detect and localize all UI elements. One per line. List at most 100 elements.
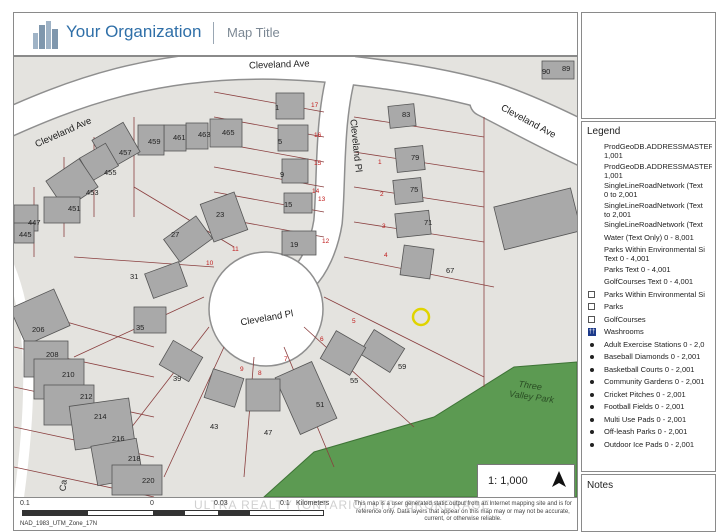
- lot-number: 1: [378, 159, 382, 166]
- point-symbol-icon: [590, 342, 594, 347]
- map-title: Map Title: [227, 25, 280, 40]
- legend-item: SingleLineRoadNetwork (Text 0 to 2,001: [586, 181, 712, 199]
- building-number: 89: [562, 64, 570, 73]
- building-number: 39: [173, 374, 181, 383]
- building-number: 47: [264, 428, 272, 437]
- legend-item: Multi Use Pads 0 - 2,001: [586, 415, 712, 426]
- legend-item-label: SingleLineRoadNetwork (Text: [604, 181, 703, 190]
- lot-number: 10: [206, 260, 214, 267]
- legend-item-label: Football Fields 0 - 2,001: [604, 402, 685, 411]
- legend-list: ProdGeoDB.ADDRESSMASTER 1,001 ProdGeoDB.AD…: [586, 142, 712, 452]
- scale-bar-label: 0.1: [20, 500, 30, 507]
- building-number: 15: [284, 200, 292, 209]
- lot-number: 11: [232, 246, 239, 253]
- legend-item: Parks Text 0 - 4,001: [586, 265, 712, 276]
- point-symbol-icon: [590, 355, 594, 359]
- legend-item: Parks Within Environmental Si: [586, 290, 712, 301]
- street-label: Cleveland Ave: [249, 58, 310, 71]
- point-symbol-icon: [590, 417, 594, 422]
- point-symbol-icon: [590, 442, 594, 447]
- polygon-swatch-icon: [588, 303, 595, 310]
- scale-box: 1: 1,000: [477, 464, 575, 497]
- building-number: 23: [216, 210, 224, 219]
- building-number: 451: [68, 204, 81, 213]
- legend-item: Cricket Pitches 0 - 2,001: [586, 390, 712, 401]
- building-number: 67: [446, 266, 454, 275]
- legend-item-label: Water (Text Only) 0 - 8,001: [604, 232, 694, 242]
- legend-item-label: Basketball Courts 0 - 2,001: [604, 364, 695, 374]
- legend-item-label: SingleLineRoadNetwork (Text: [604, 220, 703, 229]
- location-marker[interactable]: [411, 307, 431, 327]
- legend-item-label: GolfCourses Text 0 - 4,001: [604, 277, 694, 286]
- lot-number: 7: [284, 356, 288, 363]
- building-number: 31: [130, 272, 138, 281]
- legend-item-label: ProdGeoDB.ADDRESSMASTER: [604, 161, 712, 171]
- building-number: 43: [210, 422, 218, 431]
- legend-item: Basketball Courts 0 - 2,001: [586, 365, 712, 376]
- building-number: 35: [136, 323, 144, 332]
- watermark-text: ULTRA REALTY (ONTARIO) LTD. BROKERAGE: [194, 498, 491, 512]
- building-number: 212: [80, 392, 93, 401]
- lot-number: 8: [258, 370, 262, 377]
- lot-number: 14: [312, 188, 320, 195]
- notes-title: Notes: [587, 480, 614, 491]
- point-symbol-icon: [590, 392, 594, 397]
- point-symbol-icon: [590, 367, 594, 372]
- legend-item-label: Adult Exercise Stations 0 - 2,0: [604, 339, 705, 349]
- legend-item-label: Baseball Diamonds 0 - 2,001: [604, 352, 701, 361]
- legend-item: SingleLineRoadNetwork (Text: [586, 220, 712, 231]
- legend-item-label: SingleLineRoadNetwork (Text: [604, 200, 703, 210]
- point-symbol-icon: [590, 405, 594, 409]
- building-number: 453: [86, 188, 99, 197]
- legend-item: Community Gardens 0 - 2,001: [586, 377, 712, 388]
- legend-item: Parks: [586, 302, 712, 313]
- legend-item-sublabel: 0 to 2,001: [604, 190, 638, 199]
- legend-item-label: Multi Use Pads 0 - 2,001: [604, 414, 687, 424]
- building-number: 465: [222, 128, 235, 137]
- legend-item: Football Fields 0 - 2,001: [586, 402, 712, 413]
- legend-item-label: Parks: [604, 302, 624, 311]
- organization-logo-icon: [33, 21, 58, 49]
- organization-name: Your Organization: [66, 22, 202, 41]
- building-number: 5: [278, 137, 282, 146]
- legend-item-sublabel: 1,001: [604, 151, 623, 160]
- point-symbol-icon: [590, 380, 594, 384]
- legend-item-label: Outdoor Ice Pads 0 - 2,001: [604, 439, 695, 449]
- building-number: 51: [316, 400, 324, 409]
- north-arrow-icon: [552, 471, 566, 487]
- map-header: Your Organization Map Title: [13, 12, 578, 56]
- building-number: 445: [19, 230, 32, 239]
- legend-item: Outdoor Ice Pads 0 - 2,001: [586, 440, 712, 451]
- legend-item: Water (Text Only) 0 - 8,001: [586, 233, 712, 244]
- legend-item-label: Parks Within Environmental Si: [604, 289, 705, 299]
- side-panel-top: [581, 12, 716, 119]
- legend-title: Legend: [587, 126, 621, 137]
- map-drawing[interactable]: Cleveland Ave Cleveland Ave Cleveland Pl…: [14, 57, 577, 497]
- building-number: 90: [542, 67, 550, 76]
- building-number: 79: [411, 153, 419, 162]
- legend-item: †† Washrooms: [586, 327, 712, 338]
- projection-label: NAD_1983_UTM_Zone_17N: [20, 521, 98, 527]
- legend-item-sublabel: to 2,001: [604, 209, 632, 219]
- legend-item: SingleLineRoadNetwork (Text to 2,001: [586, 201, 712, 219]
- building-number: 216: [112, 434, 125, 443]
- scale-bar-label: 0: [150, 500, 154, 507]
- legend-item-label: GolfCourses: [604, 314, 646, 324]
- building-number: 220: [142, 476, 155, 485]
- building-number: 75: [410, 185, 418, 194]
- building-number: 208: [46, 350, 59, 359]
- lot-number: 3: [382, 223, 386, 230]
- polygon-swatch-icon: [588, 290, 595, 298]
- legend-item: ProdGeoDB.ADDRESSMASTER 1,001: [586, 162, 712, 180]
- map-canvas[interactable]: Cleveland Ave Cleveland Ave Cleveland Pl…: [13, 56, 578, 498]
- legend-item-label: Parks Within Environmental Si: [604, 245, 705, 254]
- legend-item-label: Cricket Pitches 0 - 2,001: [604, 389, 686, 399]
- building-number: 27: [171, 230, 179, 239]
- legend-item-sublabel: Text 0 - 4,001: [604, 254, 650, 263]
- lot-number: 9: [240, 366, 244, 373]
- building-number: 463: [198, 130, 211, 139]
- legend-item: Off-leash Parks 0 - 2,001: [586, 427, 712, 438]
- building-number: 218: [128, 454, 141, 463]
- lot-number: 5: [352, 318, 356, 325]
- legend-panel: Legend ProdGeoDB.ADDRESSMASTER 1,001 ProdG…: [581, 121, 716, 472]
